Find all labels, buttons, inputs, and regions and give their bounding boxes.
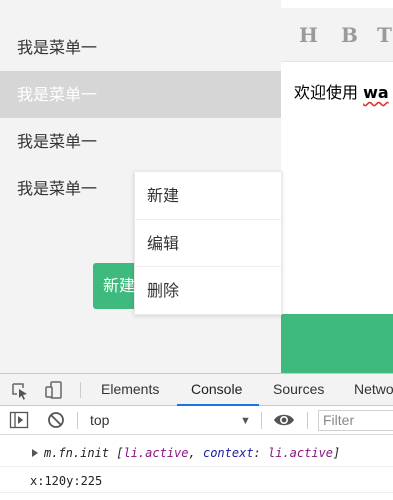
expand-arrow-icon[interactable] <box>32 449 38 457</box>
toolbar-separator <box>261 412 262 429</box>
eye-icon[interactable] <box>273 412 295 433</box>
heading-button[interactable]: H <box>299 23 318 47</box>
context-menu-edit[interactable]: 编辑 <box>135 220 281 267</box>
console-log-row[interactable]: m.fn.init [li.active, context: li.active… <box>0 440 393 467</box>
context-menu-delete[interactable]: 删除 <box>135 267 281 315</box>
context-menu-new[interactable]: 新建 <box>135 172 281 220</box>
menu-item[interactable]: 我是菜单一 <box>0 24 281 71</box>
toolbar-separator <box>77 412 78 429</box>
devtools-panel: Elements Console Sources Netwo top ▼ Fil… <box>0 373 393 500</box>
text-button[interactable]: T <box>377 23 392 47</box>
log-selector: li.active <box>268 446 334 460</box>
dropdown-arrow-icon[interactable]: ▼ <box>240 415 251 427</box>
context-menu: 新建 编辑 删除 <box>134 171 282 315</box>
bold-button[interactable]: B <box>341 23 358 47</box>
console-toolbar: top ▼ Filter <box>0 406 393 435</box>
toolbar-separator <box>307 412 308 429</box>
context-selector[interactable]: top <box>90 412 109 428</box>
log-separator: , <box>188 446 203 460</box>
tab-console[interactable]: Console <box>177 374 259 406</box>
log-selector: li.active <box>123 446 189 460</box>
editor-text: 欢迎使用 <box>294 83 364 102</box>
menu-item-active[interactable]: 我是菜单一 <box>0 71 281 118</box>
sidebar-toggle-icon[interactable] <box>9 411 29 434</box>
editor-panel: H B T 欢迎使用 wa <box>281 0 393 373</box>
log-suffix: ] <box>333 446 341 460</box>
log-key: context <box>202 446 254 460</box>
devtools-tabbar: Elements Console Sources Netwo <box>0 374 393 406</box>
menu-item[interactable]: 我是菜单一 <box>0 118 281 165</box>
console-log-row: x:120y:225 <box>0 469 393 493</box>
device-toolbar-icon[interactable] <box>44 380 64 405</box>
filter-input[interactable]: Filter <box>318 410 393 431</box>
tab-separator <box>80 382 81 398</box>
log-prefix: m.fn.init [ <box>44 446 124 460</box>
green-panel <box>281 314 393 373</box>
log-colon: : <box>253 446 268 460</box>
tab-network[interactable]: Netwo <box>354 374 393 406</box>
inspect-element-icon[interactable] <box>10 381 30 406</box>
clear-console-icon[interactable] <box>47 411 65 434</box>
tab-sources[interactable]: Sources <box>273 374 324 406</box>
tab-elements[interactable]: Elements <box>101 374 159 406</box>
editor-toolbar: H B T <box>281 8 393 62</box>
editor-content[interactable]: 欢迎使用 wa <box>294 79 389 103</box>
editor-bold-text: wa <box>363 83 389 102</box>
